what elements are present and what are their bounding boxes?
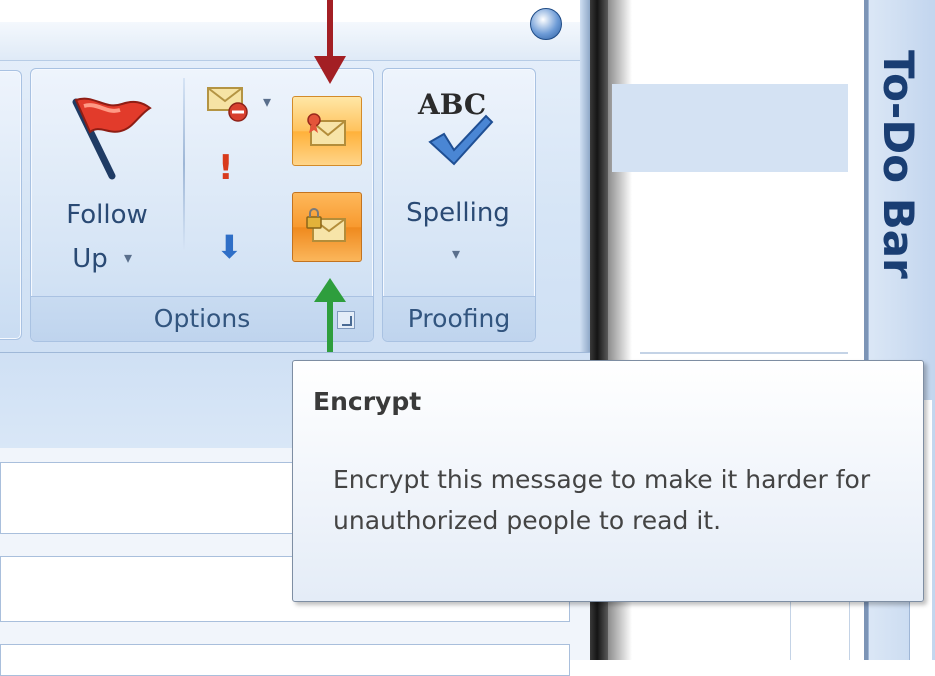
encrypt-button[interactable] xyxy=(292,192,362,262)
follow-up-label-line1: Follow xyxy=(66,200,148,230)
checkmark-icon xyxy=(428,114,494,166)
spelling-label: Spelling xyxy=(406,198,510,228)
tooltip-description: Encrypt this message to make it harder f… xyxy=(333,465,871,535)
chevron-down-icon: ▾ xyxy=(124,248,133,267)
chevron-down-icon[interactable]: ▾ xyxy=(263,92,271,111)
high-importance-icon[interactable]: ! xyxy=(218,148,234,188)
digitally-sign-button[interactable] xyxy=(292,96,362,166)
chevron-down-icon: ▾ xyxy=(452,244,461,263)
green-arrow-annotation xyxy=(314,278,346,358)
encrypt-tooltip: Encrypt Encrypt this message to make it … xyxy=(292,360,924,602)
spelling-button[interactable]: ABC Spelling ▾ xyxy=(392,82,524,282)
follow-up-button[interactable]: Follow Up ▾ xyxy=(48,84,166,294)
proofing-group-label: Proofing xyxy=(383,296,535,341)
subject-field[interactable] xyxy=(0,644,570,676)
todo-bar-label: To-Do Bar xyxy=(874,50,923,279)
previous-group-edge xyxy=(0,70,22,340)
low-importance-icon[interactable]: ⬇ xyxy=(216,228,243,266)
help-icon[interactable] xyxy=(530,8,562,40)
envelope-permission-icon[interactable] xyxy=(205,84,251,124)
ribbon-title-strip xyxy=(0,0,590,22)
red-arrow-annotation xyxy=(314,0,346,84)
tooltip-title: Encrypt xyxy=(313,387,422,416)
group-separator xyxy=(183,78,185,250)
follow-up-label-line2: Up xyxy=(72,244,108,274)
ribbon-tab-strip xyxy=(0,22,590,61)
background-list-divider xyxy=(640,352,848,354)
background-highlight-row xyxy=(612,84,848,172)
signed-envelope-icon xyxy=(307,113,346,146)
red-flag-icon xyxy=(72,97,152,180)
encrypted-envelope-icon xyxy=(306,208,346,242)
ribbon-right-edge xyxy=(580,0,590,352)
